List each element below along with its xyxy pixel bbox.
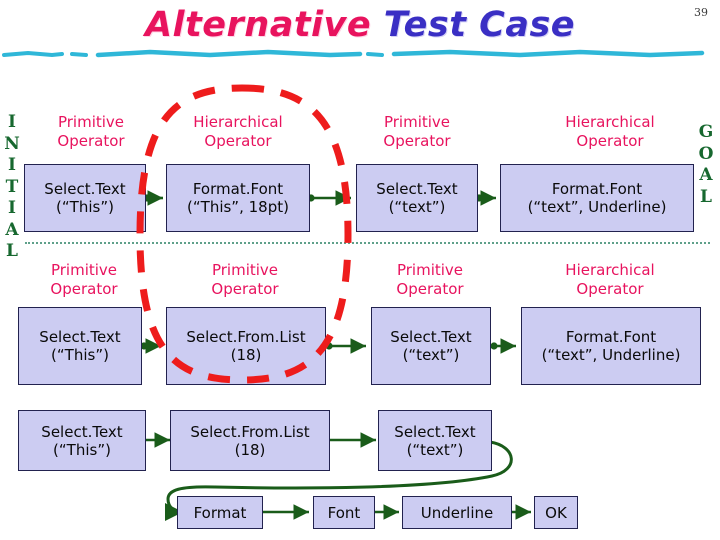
node-r2-c2[interactable]: Select.From.List (18): [166, 307, 326, 385]
node-r4-ok[interactable]: OK: [534, 496, 578, 529]
caption-r2-c4: Hierarchical Operator: [565, 261, 655, 298]
node-r3-c1[interactable]: Select.Text (“This”): [18, 410, 146, 471]
side-label-goal: GOAL GOAL: [698, 122, 714, 207]
caption-r2-c2: Primitive Operator: [211, 261, 279, 298]
section-divider: [25, 242, 710, 244]
node-r1-c3[interactable]: Select.Text (“text”): [356, 164, 478, 232]
node-r4-font[interactable]: Font: [313, 496, 375, 529]
caption-r2-c3: Primitive Operator: [396, 261, 464, 298]
caption-r1-c1: Primitive Operator: [57, 113, 125, 150]
page-title-part-2: Test Case: [383, 5, 576, 45]
title-underline-rule: [2, 49, 705, 58]
node-r1-c4[interactable]: Format.Font (“text”, Underline): [500, 164, 694, 232]
node-r3-c2[interactable]: Select.From.List (18): [170, 410, 330, 471]
node-r4-format[interactable]: Format: [177, 496, 263, 529]
page-title-part-1: Alternative: [144, 5, 372, 45]
side-label-initial: INITIAL INITIAL: [4, 112, 20, 261]
node-r1-c1[interactable]: Select.Text (“This”): [24, 164, 146, 232]
arrow-dot-r2-2: [325, 342, 333, 350]
caption-r2-c1: Primitive Operator: [50, 261, 118, 298]
node-r2-c4[interactable]: Format.Font (“text”, Underline): [521, 307, 701, 385]
page-title: Alternative Test Case: [0, 5, 720, 45]
caption-r1-c2: Hierarchical Operator: [193, 113, 283, 150]
node-r2-c3[interactable]: Select.Text (“text”): [371, 307, 491, 385]
arrow-dot-r2-3: [490, 342, 498, 350]
caption-r1-c3: Primitive Operator: [383, 113, 451, 150]
node-r4-underline[interactable]: Underline: [402, 496, 512, 529]
node-r2-c1[interactable]: Select.Text (“This”): [18, 307, 142, 385]
node-r3-c3[interactable]: Select.Text (“text”): [378, 410, 492, 471]
node-r1-c2[interactable]: Format.Font (“This”, 18pt): [166, 164, 310, 232]
caption-r1-c4: Hierarchical Operator: [565, 113, 655, 150]
